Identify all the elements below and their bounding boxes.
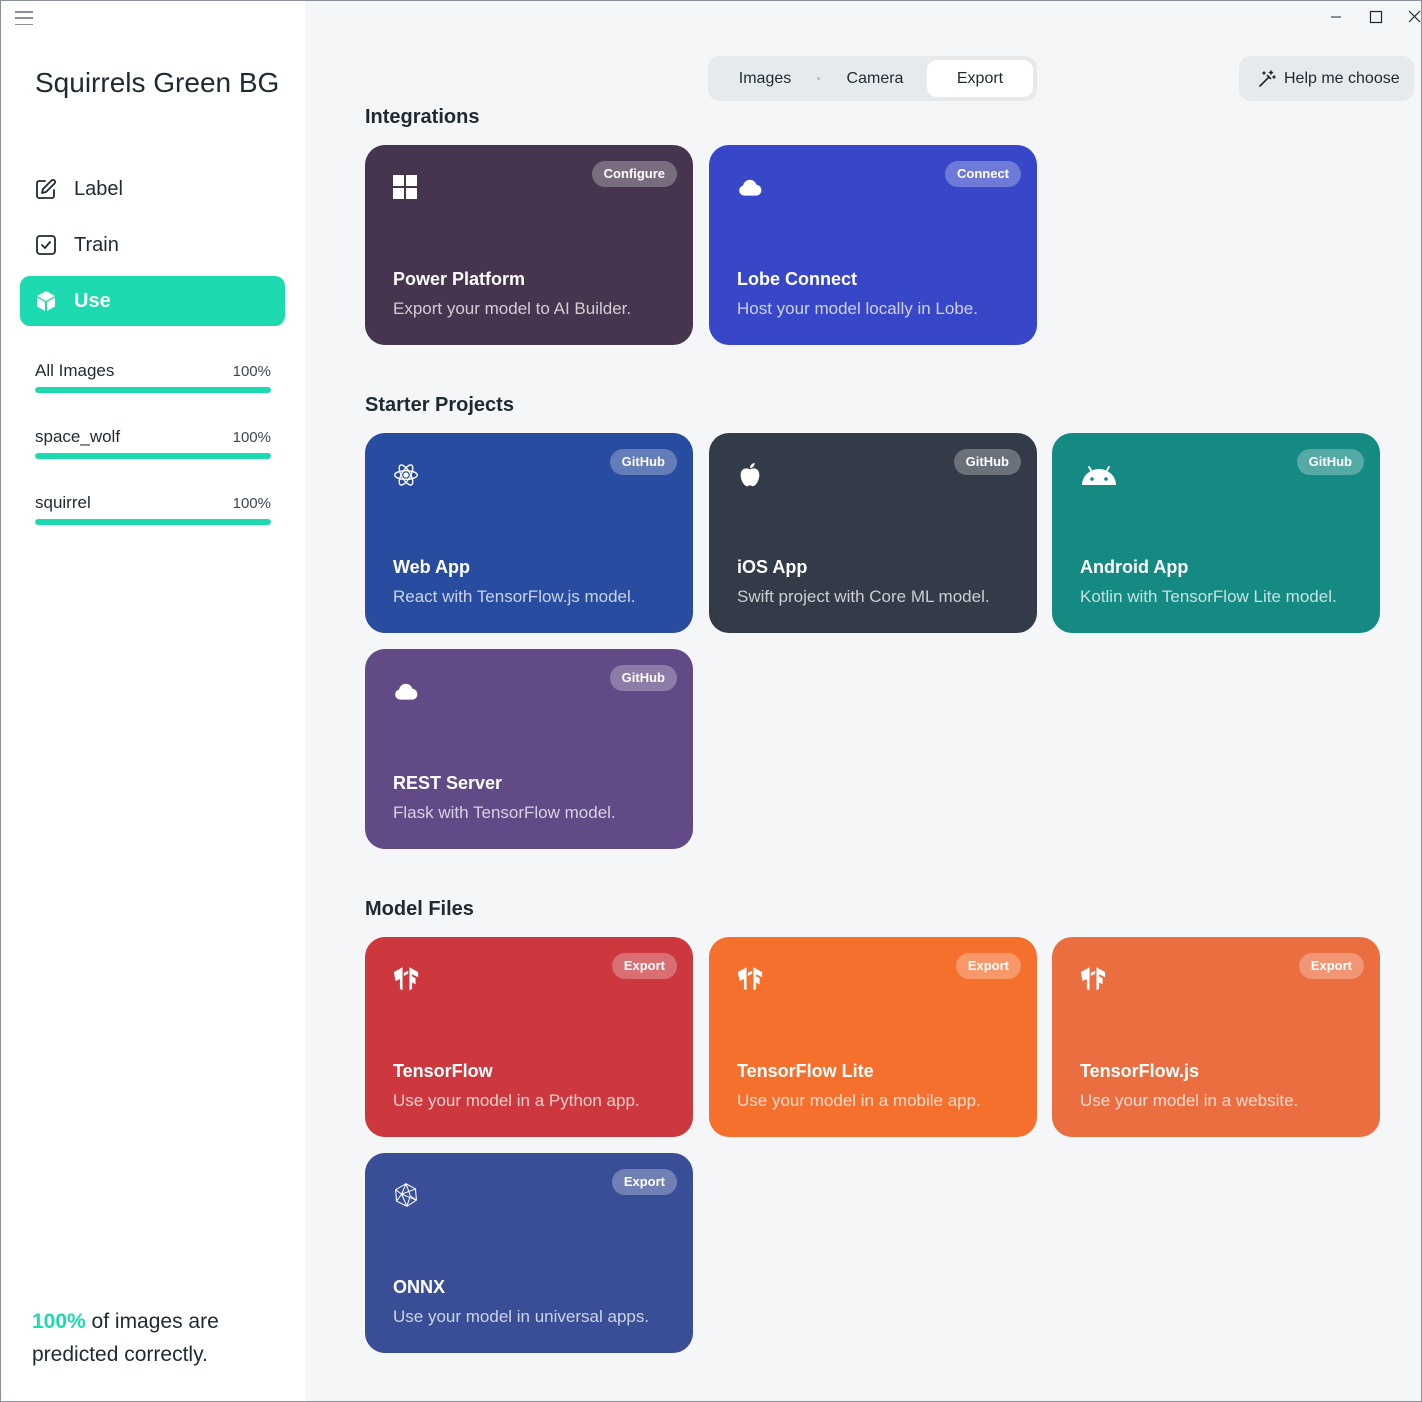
card-description: Use your model in a website. <box>1080 1091 1299 1110</box>
tab-separator <box>817 77 820 80</box>
card-title: REST Server <box>393 773 503 793</box>
progress-fill <box>35 519 271 525</box>
export-button[interactable]: Export <box>611 953 677 979</box>
export-button[interactable]: Export <box>955 953 1021 979</box>
progress-bar <box>35 453 271 459</box>
card-description: Flask with TensorFlow model. <box>393 803 616 822</box>
github-button[interactable]: GitHub <box>609 449 677 475</box>
accuracy-summary: 100% of images are predicted correctly. <box>32 1305 282 1371</box>
card-description: Kotlin with TensorFlow Lite model. <box>1080 587 1337 606</box>
label-percent: 100% <box>232 495 271 512</box>
label-row-squirrel[interactable]: squirrel 100% <box>35 493 271 533</box>
card-title: iOS App <box>737 557 808 577</box>
label-name: space_wolf <box>35 427 121 446</box>
project-title: Squirrels Green BG <box>35 67 280 98</box>
card-description: Export your model to AI Builder. <box>393 299 632 318</box>
help-label: Help me choose <box>1284 69 1400 87</box>
nav-label: Use <box>74 289 111 312</box>
progress-bar <box>35 387 271 393</box>
card-description: Use your model in universal apps. <box>393 1307 650 1326</box>
android-icon <box>1082 466 1116 485</box>
configure-button[interactable]: Configure <box>591 161 677 187</box>
accuracy-percent: 100% <box>32 1310 86 1333</box>
card-title: Lobe Connect <box>737 269 857 289</box>
sidebar: Squirrels Green BG Label Train Use All I… <box>0 0 305 1402</box>
nav-label: Label <box>74 177 123 200</box>
card-description: Use your model in a mobile app. <box>737 1091 981 1110</box>
section-title-integrations: Integrations <box>365 106 480 128</box>
tab-export[interactable]: Export <box>927 60 1033 97</box>
section-title-model-files: Model Files <box>365 898 474 920</box>
nav-item-use[interactable]: Use <box>20 276 285 326</box>
label-name: All Images <box>35 361 115 380</box>
checkbox-icon <box>36 235 56 255</box>
close-icon[interactable] <box>1400 4 1422 30</box>
progress-fill <box>35 453 271 459</box>
label-percent: 100% <box>232 429 271 446</box>
tab-camera[interactable]: Camera <box>822 60 928 97</box>
card-tensorflow[interactable]: Export TensorFlow Use your model in a Py… <box>365 937 693 1137</box>
card-title: Web App <box>393 557 470 577</box>
card-title: Power Platform <box>393 269 526 289</box>
minimize-icon[interactable] <box>1321 4 1351 30</box>
nav-label: Train <box>74 233 119 256</box>
nav-item-train[interactable]: Train <box>20 220 285 270</box>
apple-icon <box>740 462 760 487</box>
card-title: Android App <box>1080 557 1189 577</box>
card-description: Swift project with Core ML model. <box>737 587 990 606</box>
tensorflow-icon <box>393 967 419 991</box>
github-button[interactable]: GitHub <box>609 665 677 691</box>
help-me-choose-button[interactable]: Help me choose <box>1239 56 1414 101</box>
card-description: Use your model in a Python app. <box>393 1091 640 1110</box>
cube-icon <box>37 291 55 311</box>
magic-wand-icon <box>1259 70 1276 87</box>
tab-images[interactable]: Images <box>712 60 818 97</box>
menu-icon[interactable] <box>15 11 33 25</box>
card-tensorflow-lite[interactable]: Export TensorFlow Lite Use your model in… <box>709 937 1037 1137</box>
github-button[interactable]: GitHub <box>1296 449 1364 475</box>
cloud-icon <box>395 683 418 700</box>
progress-bar <box>35 519 271 525</box>
view-tabs: Images Camera Export <box>708 56 1037 101</box>
maximize-icon[interactable] <box>1361 4 1391 30</box>
card-title: TensorFlow Lite <box>737 1061 874 1081</box>
react-icon <box>394 464 418 486</box>
card-title: TensorFlow <box>393 1061 493 1081</box>
section-title-starter-projects: Starter Projects <box>365 394 514 416</box>
card-tensorflow-js[interactable]: Export TensorFlow.js Use your model in a… <box>1052 937 1380 1137</box>
windows-icon <box>393 175 417 199</box>
card-android-app[interactable]: GitHub Android App Kotlin with TensorFlo… <box>1052 433 1380 633</box>
github-button[interactable]: GitHub <box>953 449 1021 475</box>
export-button[interactable]: Export <box>1298 953 1364 979</box>
card-rest-server[interactable]: GitHub REST Server Flask with TensorFlow… <box>365 649 693 849</box>
export-button[interactable]: Export <box>611 1169 677 1195</box>
cloud-icon <box>739 179 762 196</box>
pencil-icon <box>36 179 56 199</box>
label-row-all-images[interactable]: All Images 100% <box>35 361 271 401</box>
tensorflow-icon <box>737 967 763 991</box>
label-row-space-wolf[interactable]: space_wolf 100% <box>35 427 271 467</box>
nav-item-label[interactable]: Label <box>20 164 285 214</box>
card-title: ONNX <box>393 1277 446 1297</box>
card-web-app[interactable]: GitHub Web App React with TensorFlow.js … <box>365 433 693 633</box>
card-title: TensorFlow.js <box>1080 1061 1200 1081</box>
card-description: Host your model locally in Lobe. <box>737 299 978 318</box>
progress-fill <box>35 387 271 393</box>
card-description: React with TensorFlow.js model. <box>393 587 636 606</box>
onnx-icon <box>395 1183 417 1207</box>
label-name: squirrel <box>35 493 91 512</box>
connect-button[interactable]: Connect <box>945 161 1021 187</box>
card-lobe-connect[interactable]: Connect Lobe Connect Host your model loc… <box>709 145 1037 345</box>
label-percent: 100% <box>232 363 271 380</box>
tensorflow-icon <box>1080 967 1106 991</box>
card-power-platform[interactable]: Configure Power Platform Export your mod… <box>365 145 693 345</box>
card-onnx[interactable]: Export ONNX Use your model in universal … <box>365 1153 693 1353</box>
card-ios-app[interactable]: GitHub iOS App Swift project with Core M… <box>709 433 1037 633</box>
